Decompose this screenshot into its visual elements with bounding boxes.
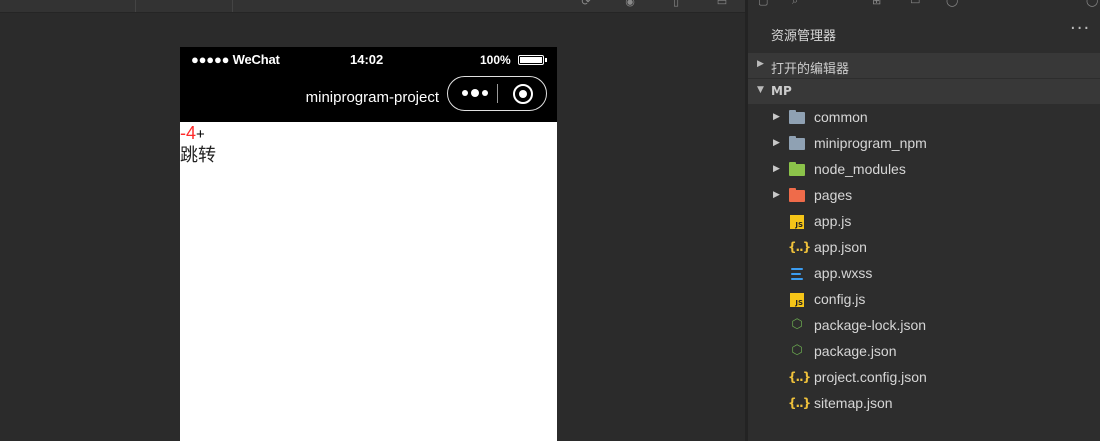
battery-nub [545,58,547,62]
shield-icon[interactable]: ◉ [624,0,636,8]
node-folder-icon [789,162,805,178]
status-bar: ●●●●● WeChat 14:02 100% [180,47,557,74]
page-content: -4+ 跳转 [180,122,557,168]
chevron-right-icon: ▶ [773,112,780,122]
phone-icon[interactable]: ▯ [670,0,682,8]
files-icon[interactable]: ▢ [758,0,770,7]
npm-file-icon: ⬡ [791,343,803,358]
devtools-window: ⟳ ◉ ▯ ▭ ●●●●● WeChat 14:02 100% miniprog… [0,0,1100,441]
settings-icon[interactable]: ◯ [1086,0,1098,7]
extensions-icon[interactable]: ◯ [946,0,958,7]
tree-item-label: package-lock.json [814,317,927,333]
battery-icon [518,55,544,65]
tree-item-app-json[interactable]: {..} app.json [748,235,1100,261]
window-icon[interactable]: ▭ [716,0,728,8]
tree-item-package-lock-json[interactable]: ⬡ package-lock.json [748,313,1100,339]
explorer-header: 资源管理器 ··· [748,14,1100,52]
tree-item-label: app.js [814,213,852,229]
section-label: 打开的编辑器 [771,62,850,77]
more-dots-icon[interactable] [462,87,490,99]
status-time: 14:02 [350,52,384,67]
toolbar-separator [135,0,136,12]
explorer-title: 资源管理器 [771,29,837,44]
more-actions-button[interactable]: ··· [1070,18,1090,39]
tree-item-label: app.json [814,239,867,255]
tree-item-label: project.config.json [814,369,927,385]
nav-title: miniprogram-project [305,89,439,106]
chevron-right-icon: ▶ [773,190,780,200]
capsule-separator [497,84,498,103]
tree-item-common[interactable]: ▶ common [748,105,1100,131]
git-icon[interactable]: ⊞ [872,0,884,7]
explorer-top-strip: ▢ ⌕ ⊞ ▭ ◯ ◯ [748,0,1100,8]
npm-file-icon: ⬡ [791,317,803,332]
json-file-icon: {..} [788,396,811,410]
chevron-right-icon: ▶ [757,59,764,69]
tree-item-label: app.wxss [814,265,873,281]
tree-item-config-js[interactable]: JS config.js [748,287,1100,313]
tree-item-miniprogram-npm[interactable]: ▶ miniprogram_npm [748,131,1100,157]
nav-bar: miniprogram-project [180,74,557,122]
section-open-editors[interactable]: ▶ 打开的编辑器 [748,53,1100,78]
debug-icon[interactable]: ▭ [910,0,922,7]
tree-item-app-wxss[interactable]: app.wxss [748,261,1100,287]
phone-simulator: ●●●●● WeChat 14:02 100% miniprogram-proj… [180,47,557,441]
tree-item-package-json[interactable]: ⬡ package.json [748,339,1100,365]
tree-item-node-modules[interactable]: ▶ node_modules [748,157,1100,183]
increment-button[interactable]: + [196,126,205,143]
json-file-icon: {..} [788,240,811,254]
js-file-icon: JS [789,292,805,308]
top-toolbar: ⟳ ◉ ▯ ▭ [0,0,745,13]
close-miniprogram-icon[interactable] [513,84,533,104]
css-file-icon [789,266,805,282]
carrier-signal: ●●●●● WeChat [191,52,280,67]
chevron-right-icon: ▶ [773,138,780,148]
chevron-right-icon: ▶ [773,164,780,174]
pages-folder-icon [789,188,805,204]
search-icon[interactable]: ⌕ [792,0,804,7]
tree-item-label: common [814,109,868,125]
tree-item-label: package.json [814,343,897,359]
battery-percent: 100% [480,53,511,67]
toolbar-separator [232,0,233,12]
tree-item-app-js[interactable]: JS app.js [748,209,1100,235]
tree-item-label: pages [814,187,853,203]
counter-row: -4+ [180,122,557,144]
folder-icon [789,136,805,152]
jump-link[interactable]: 跳转 [180,144,557,168]
json-file-icon: {..} [788,370,811,384]
tree-item-sitemap-json[interactable]: {..} sitemap.json [748,391,1100,417]
tree-item-label: node_modules [814,161,906,177]
tree-item-label: config.js [814,291,866,307]
counter-value: 4 [186,123,197,143]
chevron-down-icon: ▼ [757,85,764,95]
tree-item-label: sitemap.json [814,395,893,411]
explorer-panel: ▢ ⌕ ⊞ ▭ ◯ ◯ 资源管理器 ··· ▶ 打开的编辑器 ▼ MP ▶ co… [748,0,1100,441]
section-project[interactable]: ▼ MP [748,79,1100,104]
refresh-icon[interactable]: ⟳ [580,0,592,8]
tree-item-label: miniprogram_npm [814,135,927,151]
folder-icon [789,110,805,126]
menu-capsule [447,76,547,111]
tree-item-pages[interactable]: ▶ pages [748,183,1100,209]
tree-item-project-config-json[interactable]: {..} project.config.json [748,365,1100,391]
section-label: MP [771,84,792,98]
js-file-icon: JS [789,214,805,230]
